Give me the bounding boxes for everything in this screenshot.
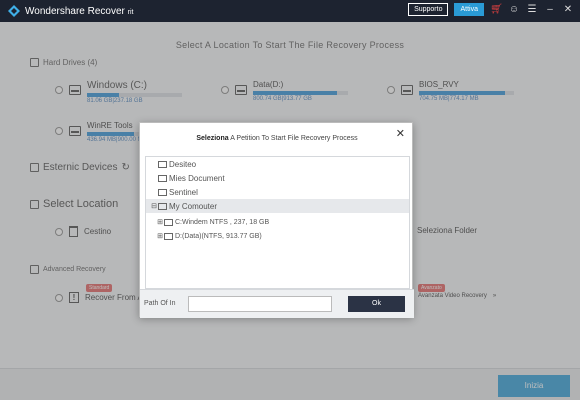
ok-button[interactable]: Ok bbox=[348, 296, 405, 312]
menu-icon[interactable]: ☰ bbox=[526, 4, 538, 15]
path-label: Path Of In bbox=[144, 300, 176, 307]
cart-icon[interactable]: 🛒︎ bbox=[490, 4, 503, 15]
folder-icon bbox=[158, 174, 167, 182]
title-bar: Wondershare Recover rit Supporto Attiva … bbox=[0, 0, 580, 22]
tree-item-label: Sentinel bbox=[169, 187, 198, 197]
tree-item-label: D:(Data)(NTFS, 913.77 GB) bbox=[175, 232, 262, 240]
expand-icon[interactable]: ⊞ bbox=[156, 232, 164, 240]
dialog-title: Seleziona A Petition To Start File Recov… bbox=[196, 135, 358, 142]
minimize-icon[interactable]: – bbox=[544, 4, 556, 15]
support-button[interactable]: Supporto bbox=[408, 3, 449, 16]
tree-item[interactable]: ⊟ My Comouter bbox=[146, 199, 409, 213]
folder-icon bbox=[158, 202, 167, 210]
close-icon[interactable]: ✕ bbox=[396, 127, 405, 140]
tree-item[interactable]: Desiteo bbox=[146, 157, 409, 171]
tree-item-label: Desiteo bbox=[169, 159, 197, 169]
folder-icon bbox=[164, 232, 173, 240]
folder-icon bbox=[158, 188, 167, 196]
tree-item[interactable]: ⊞ C:Windem NTFS , 237, 18 GB bbox=[146, 215, 409, 229]
tree-item[interactable]: Sentinel bbox=[146, 185, 409, 199]
expand-icon[interactable]: ⊞ bbox=[156, 218, 164, 226]
tree-item-label: Mies Document bbox=[169, 173, 225, 183]
tree-item[interactable]: ⊞ D:(Data)(NTFS, 913.77 GB) bbox=[146, 229, 409, 243]
logo-icon bbox=[8, 5, 20, 17]
app-title: Wondershare Recover rit bbox=[25, 5, 134, 17]
select-location-dialog: Seleziona A Petition To Start File Recov… bbox=[139, 122, 414, 318]
folder-tree[interactable]: Desiteo Mies Document Sentinel ⊟ My Comouter… bbox=[145, 156, 410, 289]
tree-item-label: My Comouter bbox=[169, 201, 218, 211]
folder-icon bbox=[164, 218, 173, 226]
close-icon[interactable]: ✕ bbox=[562, 4, 574, 15]
user-icon[interactable]: ☺ bbox=[508, 4, 520, 15]
tree-item[interactable]: Mies Document bbox=[146, 171, 409, 185]
path-input[interactable] bbox=[188, 296, 332, 312]
expand-icon[interactable]: ⊟ bbox=[150, 202, 158, 210]
dialog-footer: Path Of In Ok bbox=[140, 289, 414, 318]
tree-item-label: C:Windem NTFS , 237, 18 GB bbox=[175, 218, 270, 226]
folder-icon bbox=[158, 160, 167, 168]
activate-button[interactable]: Attiva bbox=[454, 3, 484, 16]
